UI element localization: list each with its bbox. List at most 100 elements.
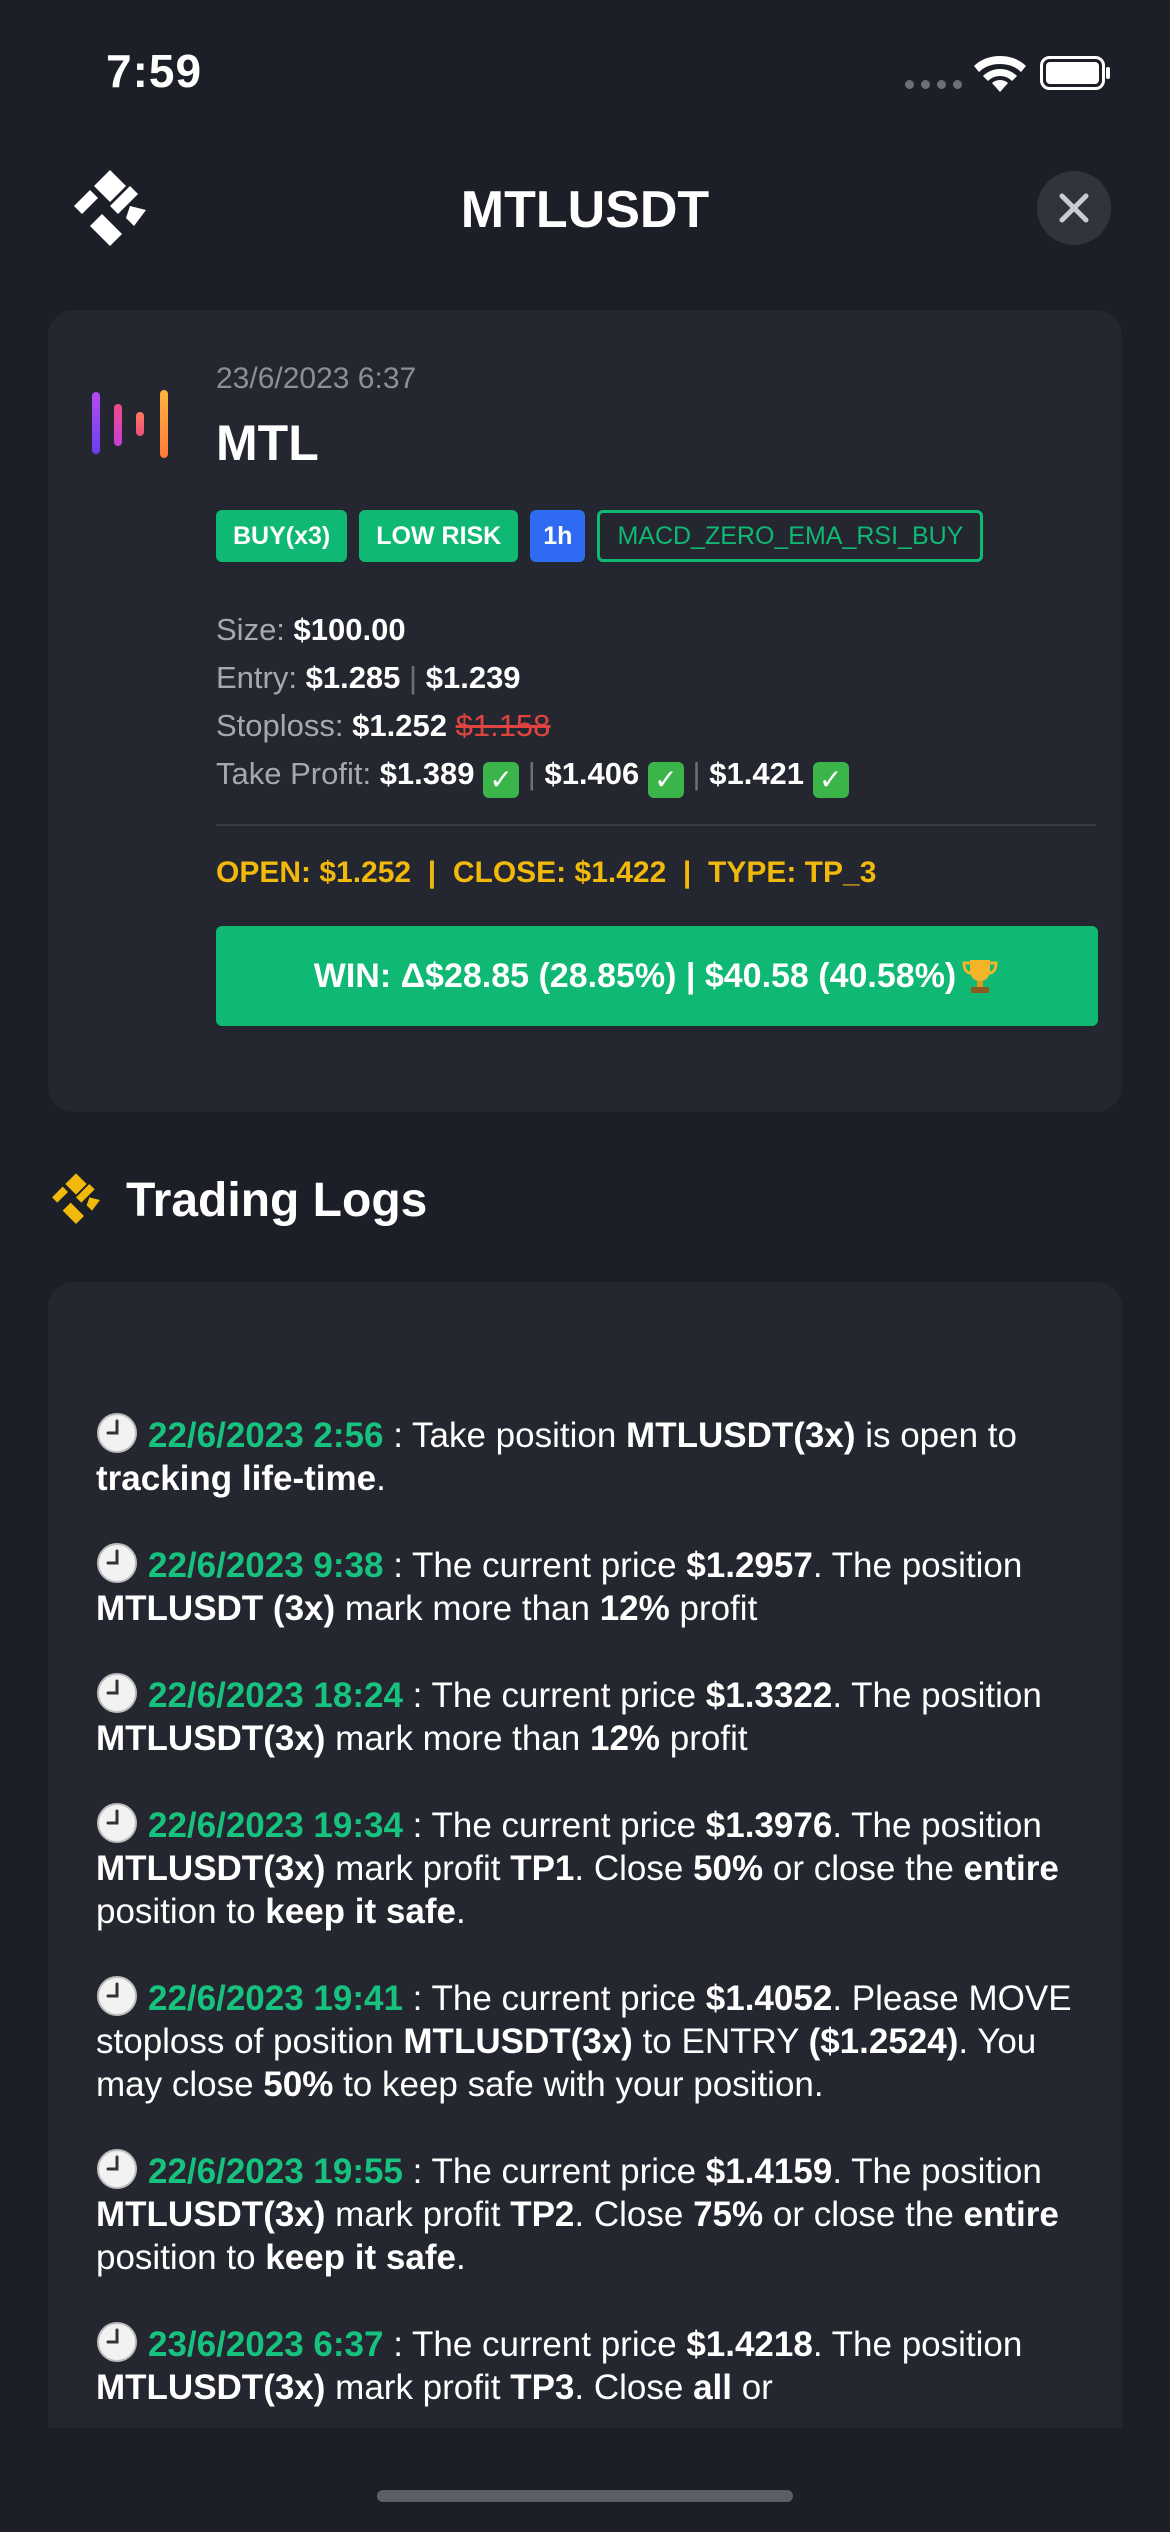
log-time: 22/6/2023 19:55 xyxy=(148,2152,403,2191)
log-text: position to xyxy=(96,2238,266,2277)
win-result-text: WIN: Δ$28.85 (28.85%) | $40.58 (40.58%) xyxy=(313,956,957,995)
log-text: MTLUSDT(3x) xyxy=(96,1849,326,1888)
log-text: . The position xyxy=(812,2325,1023,2364)
take-profit-value-3: $1.421 xyxy=(709,756,805,791)
log-time: 23/6/2023 6:37 xyxy=(148,2325,384,2364)
log-text: MTLUSDT (3x) xyxy=(96,1589,336,1628)
log-text: keep it safe xyxy=(265,2238,456,2277)
log-text: : The current price xyxy=(383,1546,687,1585)
card-divider xyxy=(216,824,1096,826)
trophy-icon xyxy=(962,960,998,993)
stoploss-value: $1.252 xyxy=(352,708,447,743)
log-text: : The current price xyxy=(402,1676,706,1715)
log-text: all xyxy=(693,2368,732,2407)
log-text: . xyxy=(455,1892,466,1931)
log-text: $1.4218 xyxy=(686,2325,813,2364)
log-text: keep it safe xyxy=(265,1892,456,1931)
log-text: MTLUSDT(3x) xyxy=(96,2195,326,2234)
trade-summary: OPEN: $1.252 | CLOSE: $1.422 | TYPE: TP_… xyxy=(216,856,877,889)
log-text: or close the xyxy=(763,1849,964,1888)
tag-timeframe: 1h xyxy=(530,510,586,562)
log-entry: 23/6/2023 6:37 : The current price $1.42… xyxy=(96,2321,1096,2409)
log-text: . The position xyxy=(812,1546,1023,1585)
log-text: is open to xyxy=(855,1416,1017,1455)
log-text: MTLUSDT(3x) xyxy=(96,2368,326,2407)
take-profit-value-2: $1.406 xyxy=(544,756,640,791)
log-text: tracking life-time xyxy=(96,1459,377,1498)
coin-logo-icon xyxy=(92,390,168,458)
tag-row: BUY(x3) LOW RISK 1h MACD_ZERO_EMA_RSI_BU… xyxy=(216,510,984,562)
log-text: . The position xyxy=(832,1676,1042,1715)
log-time: 22/6/2023 18:24 xyxy=(148,1676,403,1715)
log-text: mark more than xyxy=(325,1719,590,1758)
entry-value-1: $1.285 xyxy=(305,660,401,695)
entry-row: Entry: $1.285 | $1.239 xyxy=(216,654,849,702)
size-row: Size: $100.00 xyxy=(216,606,849,654)
log-time: 22/6/2023 19:34 xyxy=(148,1806,403,1845)
log-text: . Close xyxy=(574,2195,694,2234)
log-text: . xyxy=(376,1459,386,1498)
stoploss-row: Stoploss: $1.252 $1.158 xyxy=(216,702,849,750)
clock-icon xyxy=(97,1976,137,2016)
coin-symbol: MTL xyxy=(216,415,319,471)
separator: | xyxy=(409,660,418,695)
log-list: 22/6/2023 2:56 : Take position MTLUSDT(3… xyxy=(96,1412,1096,2451)
status-time: 7:59 xyxy=(106,45,203,97)
log-text: or close the xyxy=(763,2195,964,2234)
log-text: to keep safe with your position. xyxy=(333,2065,824,2104)
log-text: 12% xyxy=(599,1589,670,1628)
log-entry: 22/6/2023 18:24 : The current price $1.3… xyxy=(96,1672,1096,1760)
log-text: . The position xyxy=(832,1806,1042,1845)
log-entry: 22/6/2023 19:55 : The current price $1.4… xyxy=(96,2148,1096,2279)
bottom-safe-area xyxy=(0,2428,1170,2532)
log-text: mark more than xyxy=(335,1589,600,1628)
tag-risk: LOW RISK xyxy=(359,510,519,562)
log-time: 22/6/2023 19:41 xyxy=(148,1979,403,2018)
close-button[interactable] xyxy=(1037,171,1111,245)
take-profit-label: Take Profit: xyxy=(216,756,372,791)
log-text: or xyxy=(731,2368,773,2407)
header: MTLUSDT xyxy=(0,150,1170,270)
stoploss-label: Stoploss: xyxy=(216,708,344,743)
stoploss-old-value: $1.158 xyxy=(455,708,551,743)
log-entry: 22/6/2023 2:56 : Take position MTLUSDT(3… xyxy=(96,1412,1096,1500)
clock-icon xyxy=(97,1673,137,1713)
log-text: position to xyxy=(96,1892,266,1931)
win-result-button[interactable]: WIN: Δ$28.85 (28.85%) | $40.58 (40.58%) xyxy=(216,926,1098,1026)
log-text: . The position xyxy=(832,2152,1042,2191)
log-text: TP3 xyxy=(510,2368,575,2407)
clock-icon xyxy=(97,1803,137,1843)
log-text: profit xyxy=(660,1719,748,1758)
log-entry: 22/6/2023 19:41 : The current price $1.4… xyxy=(96,1975,1096,2106)
size-value: $100.00 xyxy=(293,612,406,647)
log-text: entire xyxy=(963,1849,1059,1888)
log-entry: 22/6/2023 9:38 : The current price $1.29… xyxy=(96,1542,1096,1630)
log-text: : The current price xyxy=(383,2325,687,2364)
log-text: . Close xyxy=(574,1849,694,1888)
log-text: mark profit xyxy=(325,1849,511,1888)
separator: | xyxy=(692,756,701,791)
check-icon: ✓ xyxy=(812,762,849,798)
log-text: : The current price xyxy=(402,1806,706,1845)
entry-label: Entry: xyxy=(216,660,297,695)
clock-icon xyxy=(97,2149,137,2189)
log-text: $1.4159 xyxy=(705,2152,833,2191)
signal-details: Size: $100.00 Entry: $1.285 | $1.239 Sto… xyxy=(216,606,849,798)
take-profit-value-1: $1.389 xyxy=(379,756,475,791)
log-text: : The current price xyxy=(402,2152,706,2191)
clock-icon xyxy=(97,1543,137,1583)
page-title: MTLUSDT xyxy=(460,181,710,239)
section-title: Trading Logs xyxy=(126,1173,428,1227)
home-indicator[interactable] xyxy=(377,2490,793,2502)
log-text: 12% xyxy=(589,1719,661,1758)
log-text: $1.4052 xyxy=(705,1979,833,2018)
log-text: entire xyxy=(963,2195,1059,2234)
signal-card: 23/6/2023 6:37 MTL BUY(x3) LOW RISK 1h M… xyxy=(48,310,1122,1112)
log-text: 50% xyxy=(693,1849,764,1888)
tag-strategy: MACD_ZERO_EMA_RSI_BUY xyxy=(597,510,984,562)
signal-date: 23/6/2023 6:37 xyxy=(216,362,417,395)
status-bar: 7:59 xyxy=(0,0,1170,150)
log-text: to ENTRY xyxy=(632,2022,809,2061)
log-text: $1.3976 xyxy=(705,1806,833,1845)
trading-logs-heading: Trading Logs xyxy=(48,1165,427,1235)
